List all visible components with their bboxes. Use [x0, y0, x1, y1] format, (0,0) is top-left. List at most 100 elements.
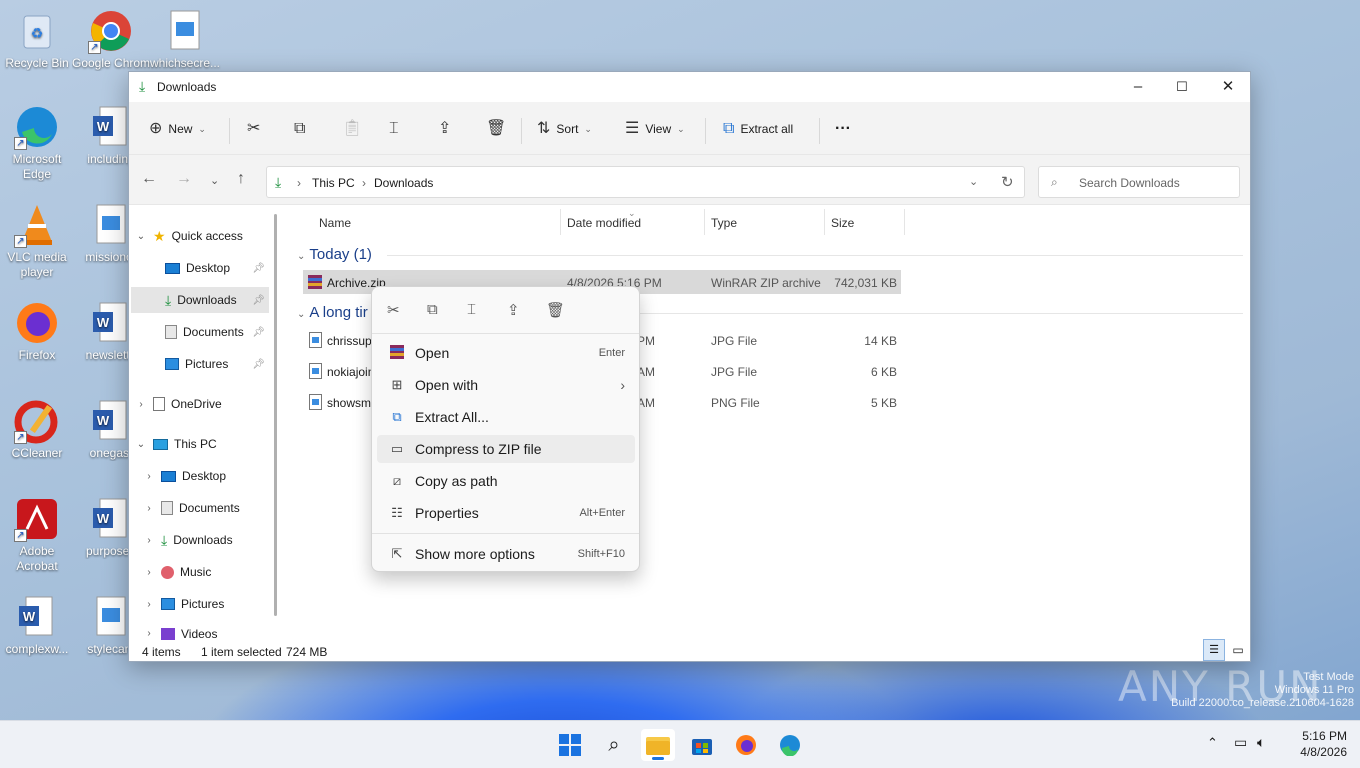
cut-icon[interactable]: ✂ — [387, 301, 400, 319]
delete-icon[interactable]: 🗑︎ — [546, 301, 565, 319]
sidebar-item-pictures[interactable]: Pictures 📌︎ — [165, 351, 269, 377]
pictures-icon — [165, 358, 179, 370]
menu-item-extract-all[interactable]: ⧉ Extract All... — [377, 403, 635, 431]
menu-item-properties[interactable]: ☷ Properties Alt+Enter — [377, 499, 635, 527]
desktop-icon-whichsecre[interactable]: whichsecre... — [146, 8, 224, 71]
sidebar-item-quick-access[interactable]: ⌄ ★ Quick access — [135, 223, 273, 249]
sidebar-item-documents[interactable]: Documents 📌︎ — [165, 319, 269, 345]
forward-arrow-icon[interactable]: → — [176, 170, 192, 188]
sidebar-item-pc-desktop[interactable]: › Desktop — [143, 463, 273, 489]
paste-button[interactable]: 📋︎ — [342, 115, 362, 143]
tiles-view-icon[interactable]: ▭ — [1229, 640, 1247, 660]
title-bar[interactable]: ⤓ Downloads – ☐ ✕ — [129, 72, 1250, 102]
menu-item-compress-zip[interactable]: ▭ Compress to ZIP file — [377, 435, 635, 463]
cut-button[interactable]: ✂ — [247, 115, 260, 143]
acrobat-icon: ↗ — [14, 496, 60, 542]
view-button[interactable]: ☰ View ⌄ — [625, 115, 685, 143]
address-bar[interactable]: ⤓ › This PC › Downloads ⌄ ↻ — [266, 166, 1025, 198]
breadcrumb-downloads[interactable]: Downloads — [374, 176, 433, 190]
minimize-button[interactable]: – — [1115, 72, 1161, 102]
navigation-pane: ⌄ ★ Quick access Desktop 📌︎ ⤓ Downloads 📌︎ Do… — [129, 206, 279, 644]
store-icon[interactable] — [685, 729, 719, 761]
column-header-size[interactable]: Size — [831, 216, 854, 230]
chevron-up-icon[interactable]: ⌃ — [1207, 735, 1218, 751]
sidebar-item-pc-documents[interactable]: › Documents — [143, 495, 273, 521]
chevron-down-icon: ⌄ — [198, 124, 206, 134]
file-explorer-taskbar-icon[interactable] — [641, 729, 675, 761]
sidebar-item-downloads[interactable]: ⤓ Downloads 📌︎ — [131, 287, 269, 313]
more-options-button[interactable]: ··· — [835, 115, 851, 143]
svg-text:W: W — [97, 511, 110, 526]
menu-item-open[interactable]: Open Enter — [377, 339, 635, 367]
desktop-icon-firefox[interactable]: Firefox — [0, 300, 76, 363]
show-more-icon: ⇱ — [391, 546, 403, 561]
pin-icon: 📌︎ — [252, 326, 265, 338]
rename-button[interactable]: ⌶ — [389, 115, 399, 143]
chevron-right-icon: › — [147, 628, 151, 639]
rename-icon[interactable]: ⌶ — [467, 301, 476, 318]
sidebar-item-pc-music[interactable]: › Music — [143, 559, 273, 585]
group-header-today[interactable]: ⌄ Today (1) — [297, 246, 372, 263]
chrome-icon: ↗ — [88, 8, 134, 54]
ccleaner-icon: ↗ — [14, 398, 60, 444]
recent-chevron-icon[interactable]: ⌄ — [210, 174, 219, 187]
plus-circle-icon: ⊕ — [149, 120, 163, 137]
up-arrow-icon[interactable]: ↑ — [237, 170, 245, 188]
desktop-icon-recycle-bin[interactable]: ♻ Recycle Bin — [0, 8, 76, 71]
menu-item-show-more-options[interactable]: ⇱ Show more options Shift+F10 — [377, 540, 635, 568]
clock[interactable]: 5:16 PM 4/8/2026 — [1285, 728, 1347, 760]
search-input[interactable]: ⌕ Search Downloads — [1038, 166, 1240, 198]
sidebar-item-pc-pictures[interactable]: › Pictures — [143, 591, 273, 617]
close-button[interactable]: ✕ — [1205, 72, 1251, 102]
sidebar-item-pc-downloads[interactable]: › ⤓ Downloads — [143, 527, 273, 553]
extract-all-button[interactable]: ⧉ Extract all — [723, 115, 793, 143]
column-header-type[interactable]: Type — [711, 216, 737, 230]
desktop-icon-complexw[interactable]: W complexw... — [0, 594, 76, 657]
share-button[interactable]: ⇪ — [438, 115, 451, 143]
maximize-button[interactable]: ☐ — [1159, 72, 1205, 102]
file-type: PNG File — [711, 396, 760, 410]
copy-icon[interactable]: ⧉ — [427, 301, 438, 318]
share-icon[interactable]: ⇪ — [507, 301, 520, 319]
sidebar-item-pc-videos[interactable]: › Videos — [143, 623, 273, 644]
desktop-icon-chrome[interactable]: ↗ Google Chrome — [72, 8, 150, 71]
pin-icon: 📌︎ — [252, 294, 265, 306]
menu-item-copy-as-path[interactable]: ⧄ Copy as path — [377, 467, 635, 495]
sidebar-scrollbar[interactable] — [274, 214, 277, 616]
active-indicator — [652, 757, 664, 760]
desktop-icon-ccleaner[interactable]: ↗ CCleaner — [0, 398, 76, 461]
desktop-icon-edge[interactable]: ↗ Microsoft Edge — [0, 104, 76, 182]
details-view-icon[interactable]: ☰ — [1203, 639, 1225, 661]
refresh-icon[interactable]: ↻ — [1001, 173, 1014, 191]
group-header-long-ago[interactable]: ⌄ A long tir — [297, 304, 368, 321]
delete-button[interactable]: 🗑︎ — [486, 115, 506, 143]
sort-button[interactable]: ⇅ Sort ⌄ — [537, 115, 592, 143]
network-icon[interactable]: ▭ — [1234, 734, 1247, 751]
sidebar-item-this-pc[interactable]: ⌄ This PC — [135, 431, 273, 457]
svg-text:W: W — [97, 315, 110, 330]
sidebar-item-desktop[interactable]: Desktop 📌︎ — [165, 255, 269, 281]
column-header-name[interactable]: Name — [319, 216, 351, 230]
chevron-right-icon: › — [139, 398, 143, 410]
breadcrumb-this-pc[interactable]: This PC — [312, 176, 355, 190]
back-arrow-icon[interactable]: ← — [141, 170, 157, 188]
search-icon: ⌕ — [1051, 175, 1058, 189]
search-icon[interactable]: ⌕ — [597, 729, 631, 761]
edge-icon[interactable] — [773, 729, 807, 761]
sidebar-item-onedrive[interactable]: › OneDrive — [135, 391, 273, 417]
address-history-chevron-icon[interactable]: ⌄ — [969, 175, 978, 188]
volume-icon[interactable]: 🔈︎ — [1257, 734, 1265, 751]
desktop-icon-vlc[interactable]: ↗ VLC media player — [0, 202, 76, 280]
divider — [824, 209, 825, 235]
desktop-icon-acrobat[interactable]: ↗ Adobe Acrobat — [0, 496, 76, 574]
open-with-icon: ⊞ — [391, 377, 403, 392]
new-button[interactable]: ⊕ New ⌄ — [149, 115, 206, 143]
anyrun-logo: ANY RUN — [1118, 662, 1323, 711]
firefox-icon[interactable] — [729, 729, 763, 761]
start-button[interactable] — [553, 729, 587, 761]
menu-item-open-with[interactable]: ⊞ Open with › — [377, 371, 635, 399]
copy-button[interactable]: ⧉ — [294, 115, 305, 143]
column-header-date[interactable]: Date modified — [567, 216, 641, 230]
desktop-icon — [161, 470, 176, 482]
pictures-icon — [161, 598, 175, 610]
